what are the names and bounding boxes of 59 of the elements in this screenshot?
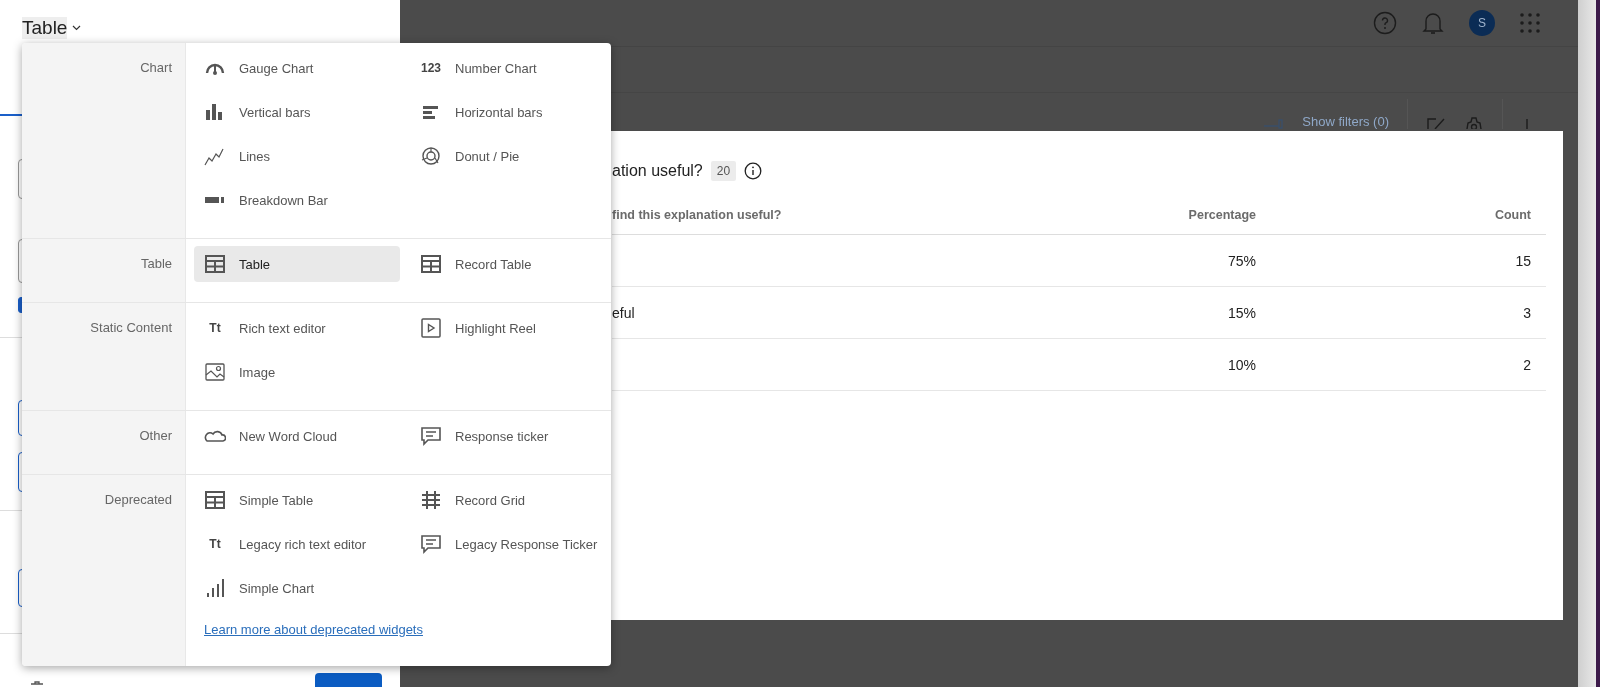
line-chart-icon: [204, 146, 226, 166]
caret-icon[interactable]: [72, 25, 82, 31]
play-icon: [420, 318, 442, 338]
category-label: Deprecated: [104, 492, 172, 507]
table-icon: [204, 490, 226, 510]
deprecated-widgets-link[interactable]: Learn more about deprecated widgets: [204, 622, 423, 637]
column-header: Percentage: [1187, 207, 1256, 222]
grid-icon: [420, 490, 442, 510]
menu-item[interactable]: Highlight Reel: [410, 310, 611, 346]
column-header: Count: [1493, 207, 1532, 222]
menu-item[interactable]: Simple Chart: [194, 570, 400, 606]
category-label: Other: [139, 428, 172, 443]
filter-icon[interactable]: [1264, 119, 1285, 129]
save-button[interactable]: [315, 673, 382, 687]
apps-grid-icon[interactable]: [1520, 13, 1540, 33]
widget-type-title[interactable]: Table: [22, 17, 68, 39]
table-cell-text: 75%: [1226, 252, 1256, 269]
edit-icon[interactable]: [1426, 117, 1446, 129]
info-icon[interactable]: [744, 162, 763, 180]
menu-item[interactable]: Record Grid: [410, 482, 611, 518]
menu-item[interactable]: Gauge Chart: [194, 50, 400, 86]
menu-item[interactable]: 123 Number Chart: [410, 50, 611, 86]
menu-item[interactable]: New Word Cloud: [194, 418, 400, 454]
category-label: Chart: [140, 60, 172, 75]
comment-icon: [420, 426, 442, 446]
menu-item[interactable]: Table: [194, 246, 400, 282]
menu-item[interactable]: Lines: [194, 138, 400, 174]
menu-item[interactable]: Donut / Pie: [410, 138, 611, 174]
menu-item[interactable]: Simple Table: [194, 482, 400, 518]
menu-item[interactable]: Tt Rich text editor: [194, 310, 400, 346]
help-icon[interactable]: [1373, 11, 1397, 35]
response-count-badge: 20: [710, 161, 737, 181]
table-cell-text: 3: [1522, 304, 1532, 321]
table-icon: [204, 254, 226, 274]
table-cell: eful: [612, 304, 635, 321]
menu-item[interactable]: Legacy Response Ticker: [410, 526, 611, 562]
widget-title: ation useful?: [612, 162, 703, 180]
user-avatar[interactable]: S: [1469, 10, 1495, 36]
notification-bell-icon[interactable]: [1422, 11, 1444, 35]
menu-item[interactable]: Record Table: [410, 246, 611, 282]
table-cell-text: 15: [1514, 252, 1532, 269]
show-filters-link[interactable]: Show filters (0): [1302, 115, 1389, 129]
category-label: Table: [140, 256, 172, 271]
image-icon: [204, 362, 226, 382]
bar-chart-icon: [204, 578, 226, 598]
menu-item[interactable]: Response ticker: [410, 418, 611, 454]
table-cell-text: 10%: [1226, 356, 1256, 373]
donut-icon: [420, 146, 442, 166]
menu-item[interactable]: Horizontal bars: [410, 94, 611, 130]
table-cell-text: 2: [1522, 356, 1532, 373]
menu-item[interactable]: Vertical bars: [194, 94, 400, 130]
menu-item[interactable]: Tt Legacy rich text editor: [194, 526, 400, 562]
menu-item[interactable]: Breakdown Bar: [194, 182, 400, 218]
table-cell-text: 15%: [1226, 304, 1256, 321]
comment-icon: [420, 534, 442, 554]
column-header: find this explanation useful?: [612, 207, 783, 222]
category-label: Static Content: [90, 320, 172, 335]
menu-item[interactable]: Image: [194, 354, 400, 390]
table-icon: [420, 254, 442, 274]
